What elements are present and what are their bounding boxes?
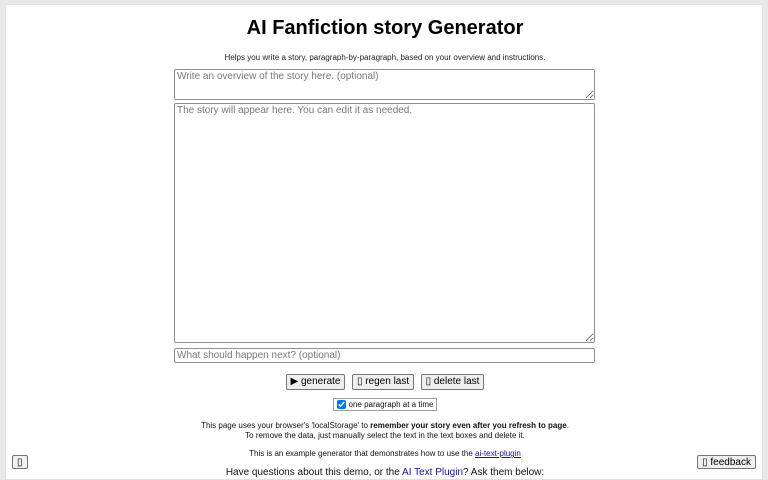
- corner-menu-button[interactable]: ▯: [12, 455, 28, 469]
- feedback-button[interactable]: ▯ feedback: [697, 455, 756, 469]
- overview-input[interactable]: [174, 69, 595, 100]
- delete-last-button[interactable]: ▯ delete last: [420, 373, 485, 390]
- page-frame: AI Fanfiction story Generator Helps you …: [5, 4, 763, 480]
- one-paragraph-label: one paragraph at a time: [348, 400, 434, 409]
- storage-note-line2: To remove the data, just manually select…: [245, 431, 525, 440]
- one-paragraph-checkbox[interactable]: [336, 400, 346, 409]
- page-title: AI Fanfiction story Generator: [246, 17, 524, 39]
- storage-note: This page uses your browser's 'localStor…: [6, 421, 762, 441]
- storage-note-period: .: [566, 421, 569, 430]
- regen-last-button[interactable]: ▯ regen last: [351, 373, 415, 390]
- page-subtitle: Helps you write a story, paragraph-by-pa…: [224, 53, 546, 62]
- generate-button[interactable]: ▶ generate: [285, 373, 346, 390]
- options-row: one paragraph at a time: [6, 396, 762, 414]
- questions-prefix: Have questions about this demo, or the: [225, 467, 403, 478]
- storage-note-bold: remember your story even after you refre…: [370, 421, 567, 430]
- ai-text-plugin-doc-link[interactable]: AI Text Plugin: [402, 467, 463, 478]
- one-paragraph-option[interactable]: one paragraph at a time: [332, 398, 438, 411]
- example-note: This is an example generator that demons…: [6, 449, 762, 459]
- ai-text-plugin-link[interactable]: ai-text-plugin: [475, 449, 521, 458]
- story-textarea[interactable]: [174, 103, 595, 343]
- questions-suffix: ? Ask them below:: [463, 467, 545, 478]
- example-note-text: This is an example generator that demons…: [249, 449, 476, 458]
- next-instruction-input[interactable]: [174, 348, 595, 363]
- action-buttons: ▶ generate ▯ regen last ▯ delete last: [6, 371, 762, 390]
- questions-line: Have questions about this demo, or the A…: [6, 467, 762, 478]
- storage-note-text: This page uses your browser's 'localStor…: [201, 421, 371, 430]
